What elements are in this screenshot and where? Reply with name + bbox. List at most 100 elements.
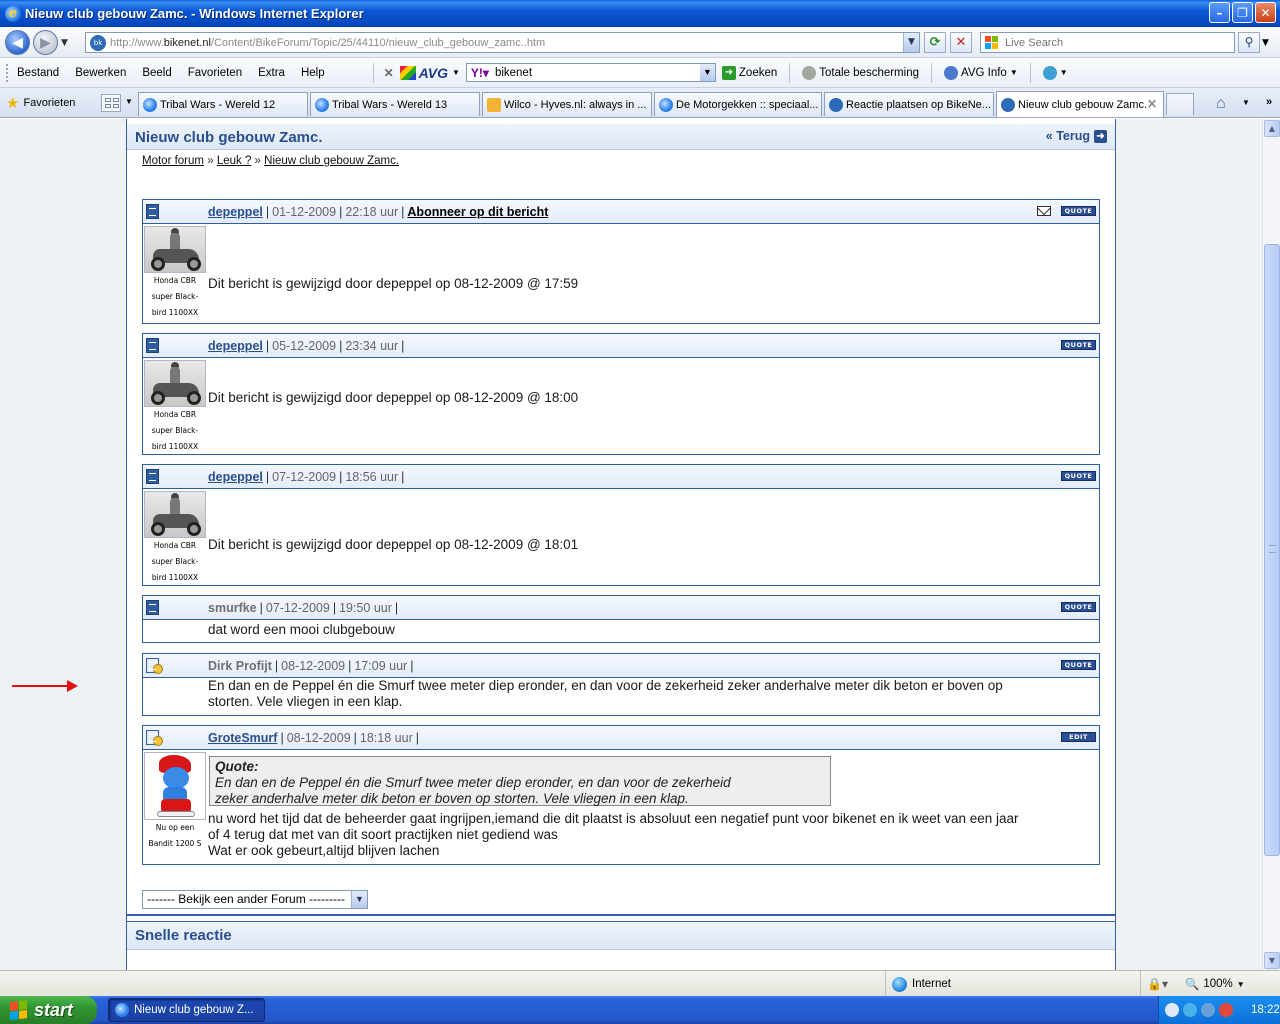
webtools-button[interactable]: ▼ [1042, 65, 1068, 80]
yahoo-search-box[interactable]: Y!▾ bikenet ▼ [465, 63, 716, 82]
breadcrumb-leuk[interactable]: Leuk ? [217, 155, 252, 167]
home-dropdown[interactable]: ▼ [1242, 98, 1250, 107]
maximize-button[interactable]: ❐ [1232, 2, 1253, 23]
shield-icon [802, 65, 817, 80]
antivirus-icon[interactable] [1219, 1003, 1233, 1017]
avg-logo[interactable]: AVG [399, 65, 448, 81]
scroll-thumb[interactable] [1264, 244, 1280, 856]
vertical-scrollbar[interactable]: ▲ ▼ [1262, 119, 1280, 970]
yahoo-search-value[interactable]: bikenet [495, 67, 532, 79]
address-bar[interactable]: bk http://www.bikenet.nl/Content/BikeFor… [85, 32, 920, 53]
forum-select[interactable]: ------- Bekijk een ander Forum ---------… [142, 890, 368, 909]
avg-info-button[interactable]: AVG Info ▼ [944, 65, 1018, 80]
post-time: 17:09 uur [354, 659, 408, 673]
quote-button[interactable]: QUOTE [1061, 660, 1096, 670]
avatar-column: Honda CBR super Black-bird 1100XX [144, 360, 206, 455]
close-toolbar-icon[interactable]: ✕ [384, 66, 394, 80]
post-time: 18:56 uur [345, 470, 399, 484]
post-time: 22:18 uur [345, 205, 399, 219]
menu-favorieten[interactable]: Favorieten [180, 67, 250, 79]
search-options-dropdown[interactable]: ▼ [1262, 38, 1269, 48]
post-author[interactable]: depeppel [208, 205, 263, 219]
post-date: 08-12-2009 [286, 731, 351, 745]
chevron-down-icon[interactable]: ▼ [351, 891, 367, 908]
yahoo-dropdown[interactable]: ▼ [699, 64, 715, 81]
tab-list-dropdown[interactable]: ▼ [125, 97, 133, 106]
post-header: depeppel | 01-12-2009 | 22:18 uur | Abonneer o… [143, 200, 1099, 224]
live-search-input[interactable] [1003, 35, 1223, 50]
recent-pages-dropdown[interactable]: ▼ [61, 38, 68, 48]
post-author[interactable]: GroteSmurf [208, 731, 277, 745]
scroll-down-button[interactable]: ▼ [1264, 952, 1280, 969]
totale-bescherming-button[interactable]: Totale bescherming [802, 65, 919, 80]
quote-button[interactable]: QUOTE [1061, 206, 1096, 216]
tab-motorgekken[interactable]: De Motorgekken :: speciaal... [654, 92, 822, 116]
scroll-up-button[interactable]: ▲ [1264, 120, 1280, 137]
post-header: depeppel | 07-12-2009 | 18:56 uur | QUOTE [143, 465, 1099, 489]
menu-beeld[interactable]: Beeld [134, 67, 179, 79]
network-icon[interactable] [1183, 1003, 1197, 1017]
system-tray: 18:22 [1158, 996, 1280, 1024]
new-tab-button[interactable] [1166, 93, 1194, 115]
close-button[interactable]: ✕ [1255, 2, 1276, 23]
arrow-right-icon: ➜ [1094, 129, 1107, 143]
menu-bewerken[interactable]: Bewerken [67, 67, 134, 79]
quote-button[interactable]: QUOTE [1061, 471, 1096, 481]
avatar-column: Honda CBR super Black-bird 1100XX [144, 491, 206, 586]
url-text[interactable]: http://www.bikenet.nl/Content/BikeForum/… [110, 37, 545, 49]
post-author[interactable]: depeppel [208, 470, 263, 484]
search-button[interactable]: ⚲ [1238, 32, 1260, 53]
tab-tribal-wars-13[interactable]: Tribal Wars - Wereld 13 [310, 92, 480, 116]
breadcrumb: Motor forum » Leuk ? » Nieuw club gebouw… [142, 155, 400, 167]
avg-dropdown[interactable]: ▼ [452, 68, 460, 77]
tab-nieuw-club-gebouw[interactable]: Nieuw club gebouw Zamc. ✕ [996, 91, 1164, 117]
protected-mode-icon[interactable]: 🔒▾ [1140, 971, 1168, 997]
zoom-control[interactable]: 🔍 100% ▼ [1185, 971, 1245, 997]
edit-button[interactable]: EDIT [1061, 732, 1096, 742]
quick-tabs-button[interactable] [101, 94, 121, 112]
address-dropdown[interactable]: ▼ [903, 33, 919, 52]
refresh-button[interactable]: ⟳ [924, 32, 946, 53]
more-tools-icon[interactable]: » [1266, 96, 1272, 108]
tray-chevron-icon[interactable] [1165, 1003, 1179, 1017]
forum-post: smurfke | 07-12-2009 | 19:50 uur | QUOTE dat … [142, 595, 1100, 643]
breadcrumb-motor-forum[interactable]: Motor forum [142, 155, 204, 167]
subscribe-link[interactable]: Abonneer op dit bericht [407, 205, 548, 219]
security-zone: Internet [885, 971, 1135, 997]
forum-post: depeppel | 05-12-2009 | 23:34 uur | QUOTE Hon… [142, 333, 1100, 455]
post-author[interactable]: depeppel [208, 339, 263, 353]
favorites-button[interactable]: ★ Favorieten [6, 94, 75, 112]
tab-tribal-wars-12[interactable]: Tribal Wars - Wereld 12 [138, 92, 308, 116]
quote-button[interactable]: QUOTE [1061, 340, 1096, 350]
mail-icon[interactable] [1037, 206, 1051, 216]
tab-hyves[interactable]: Wilco - Hyves.nl: always in ... [482, 92, 652, 116]
quick-reply-panel: Snelle reactie [127, 921, 1115, 970]
ie-page-icon [659, 97, 673, 112]
msn-icon[interactable] [1201, 1003, 1215, 1017]
post-body: Dit bericht is gewijzigd door depeppel o… [208, 537, 579, 552]
live-search-box[interactable] [980, 32, 1235, 53]
menu-help[interactable]: Help [293, 67, 333, 79]
menu-extra[interactable]: Extra [250, 67, 293, 79]
home-icon[interactable]: ⌂ [1216, 95, 1226, 113]
post-clock-icon [146, 730, 163, 746]
post-icon [146, 600, 159, 615]
quote-block: Quote: En dan en de Peppel én die Smurf … [209, 756, 831, 806]
zoeken-button[interactable]: ➜ Zoeken [721, 65, 777, 80]
ie-icon: e [5, 5, 21, 22]
post-author: Dirk Profijt [208, 659, 272, 673]
forward-button[interactable]: ▶ [33, 30, 58, 55]
tab-reactie-plaatsen[interactable]: Reactie plaatsen op BikeNe... [824, 92, 994, 116]
back-button[interactable]: ◀ [5, 30, 30, 55]
topic-header: Nieuw club gebouw Zamc. « Terug ➜ [127, 124, 1115, 150]
minimize-button[interactable]: – [1209, 2, 1230, 23]
breadcrumb-topic[interactable]: Nieuw club gebouw Zamc. [264, 155, 399, 167]
quote-button[interactable]: QUOTE [1061, 602, 1096, 612]
back-link[interactable]: « Terug ➜ [1046, 129, 1107, 143]
taskbar-ie-window[interactable]: Nieuw club gebouw Z... [108, 998, 265, 1022]
start-button[interactable]: start [0, 996, 97, 1024]
avatar-caption: Nu op een Bandit 1200 S [148, 823, 202, 848]
menu-bestand[interactable]: Bestand [9, 67, 67, 79]
stop-button[interactable]: ✕ [950, 32, 972, 53]
close-tab-icon[interactable]: ✕ [1147, 97, 1157, 111]
